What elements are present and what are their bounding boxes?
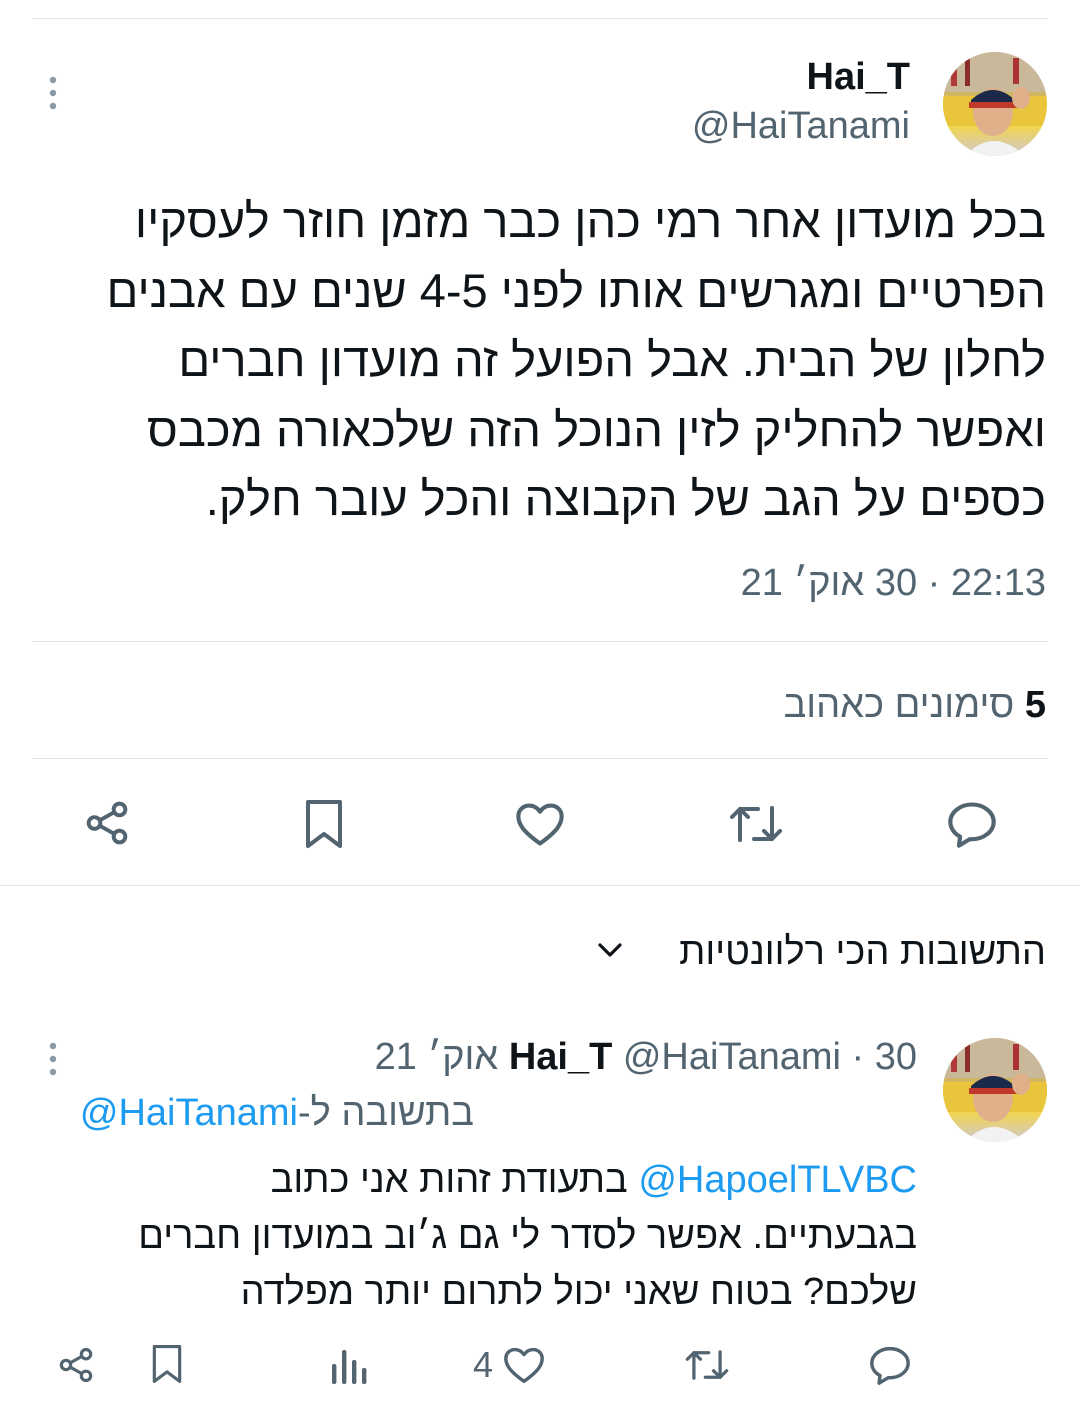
views-bars-icon[interactable] <box>330 1346 370 1384</box>
reply-display-name[interactable]: Hai_T <box>509 1036 612 1078</box>
reply-bubble-icon[interactable] <box>946 800 998 848</box>
tweet-text-line: בכל מועדון אחר רמי כהן כבר מזמן חוזר לעס… <box>134 194 1046 247</box>
reply-bubble-icon[interactable] <box>868 1345 912 1385</box>
more-vertical-icon[interactable] <box>44 74 62 114</box>
more-vertical-icon[interactable] <box>44 1040 62 1080</box>
replying-to-label: בתשובה ל- <box>298 1092 474 1134</box>
likes-label: סימונים כאהוב <box>783 684 1015 726</box>
chevron-down-icon[interactable] <box>596 938 624 962</box>
reply-like-count: 4 <box>473 1344 494 1385</box>
avatar[interactable] <box>943 52 1047 156</box>
reply-header: Hai_T @HaiTanami · 30 אוק׳ 21 <box>117 1034 917 1080</box>
section-divider <box>0 885 1080 886</box>
replying-to-handle[interactable]: @HaiTanami <box>80 1092 298 1134</box>
replies-sort-label: התשובות הכי רלוונטיות <box>679 931 1046 973</box>
share-icon[interactable] <box>56 1345 96 1385</box>
reply-text-line: שלכם? בטוח שאני יכול לתרום יותר מפלדה <box>240 1271 917 1313</box>
tweet-text-line: ואפשר להחליק לזין הנוכל הזה שלכאורה מכבס <box>147 402 1046 456</box>
reply-text-line: בגבעתיים. אפשר לסדר לי גם ג׳וב במועדון ח… <box>138 1215 917 1257</box>
reply-text: @HapoelTLVBC בתעודת זהות אני כתוב בגבעתי… <box>37 1152 917 1320</box>
top-divider <box>32 18 1048 19</box>
divider <box>32 758 1048 759</box>
mention-link[interactable]: @HapoelTLVBC <box>638 1159 917 1201</box>
reply-text-line: @HapoelTLVBC בתעודת זהות אני כתוב <box>37 1152 917 1208</box>
retweet-icon[interactable] <box>683 1347 731 1383</box>
reply-text-segment: בתעודת זהות אני כתוב <box>270 1159 628 1201</box>
bookmark-icon[interactable] <box>148 1343 186 1385</box>
display-name[interactable]: Hai_T <box>510 55 910 99</box>
heart-icon[interactable] <box>502 1345 546 1385</box>
likes-summary[interactable]: 5 סימונים כאהוב <box>446 682 1046 728</box>
replies-sort-dropdown[interactable]: התשובות הכי רלוונטיות <box>346 928 1046 976</box>
retweet-icon[interactable] <box>727 802 785 846</box>
tweet-text-line: כספים על הגב של הקבוצה והכל עובר חלק. <box>205 472 1046 525</box>
replying-to: בתשובה ל-@HaiTanami <box>34 1090 474 1136</box>
tweet-text-line: הפרטיים ומגרשים אותו לפני 4-5 שנים עם אב… <box>106 263 1046 317</box>
divider <box>32 641 1048 642</box>
share-icon[interactable] <box>82 798 132 848</box>
tweet-text-line: לחלון של הבית. אבל הפועל זה מועדון חברים <box>178 333 1046 386</box>
bookmark-icon[interactable] <box>300 798 348 850</box>
heart-icon[interactable] <box>514 800 566 848</box>
tweet-timestamp[interactable]: 22:13 · 30 אוק׳ 21 <box>446 560 1046 606</box>
reply-handle[interactable]: @HaiTanami <box>623 1036 841 1078</box>
tweet-text: בכל מועדון אחר רמי כהן כבר מזמן חוזר לעס… <box>36 186 1046 534</box>
likes-count: 5 <box>1024 684 1046 726</box>
tweet-detail-page: Hai_T @HaiTanami בכל מועדון אחר רמי כהן … <box>0 0 1080 1407</box>
user-handle[interactable]: @HaiTanami <box>510 104 910 148</box>
reply-avatar[interactable] <box>943 1038 1047 1142</box>
